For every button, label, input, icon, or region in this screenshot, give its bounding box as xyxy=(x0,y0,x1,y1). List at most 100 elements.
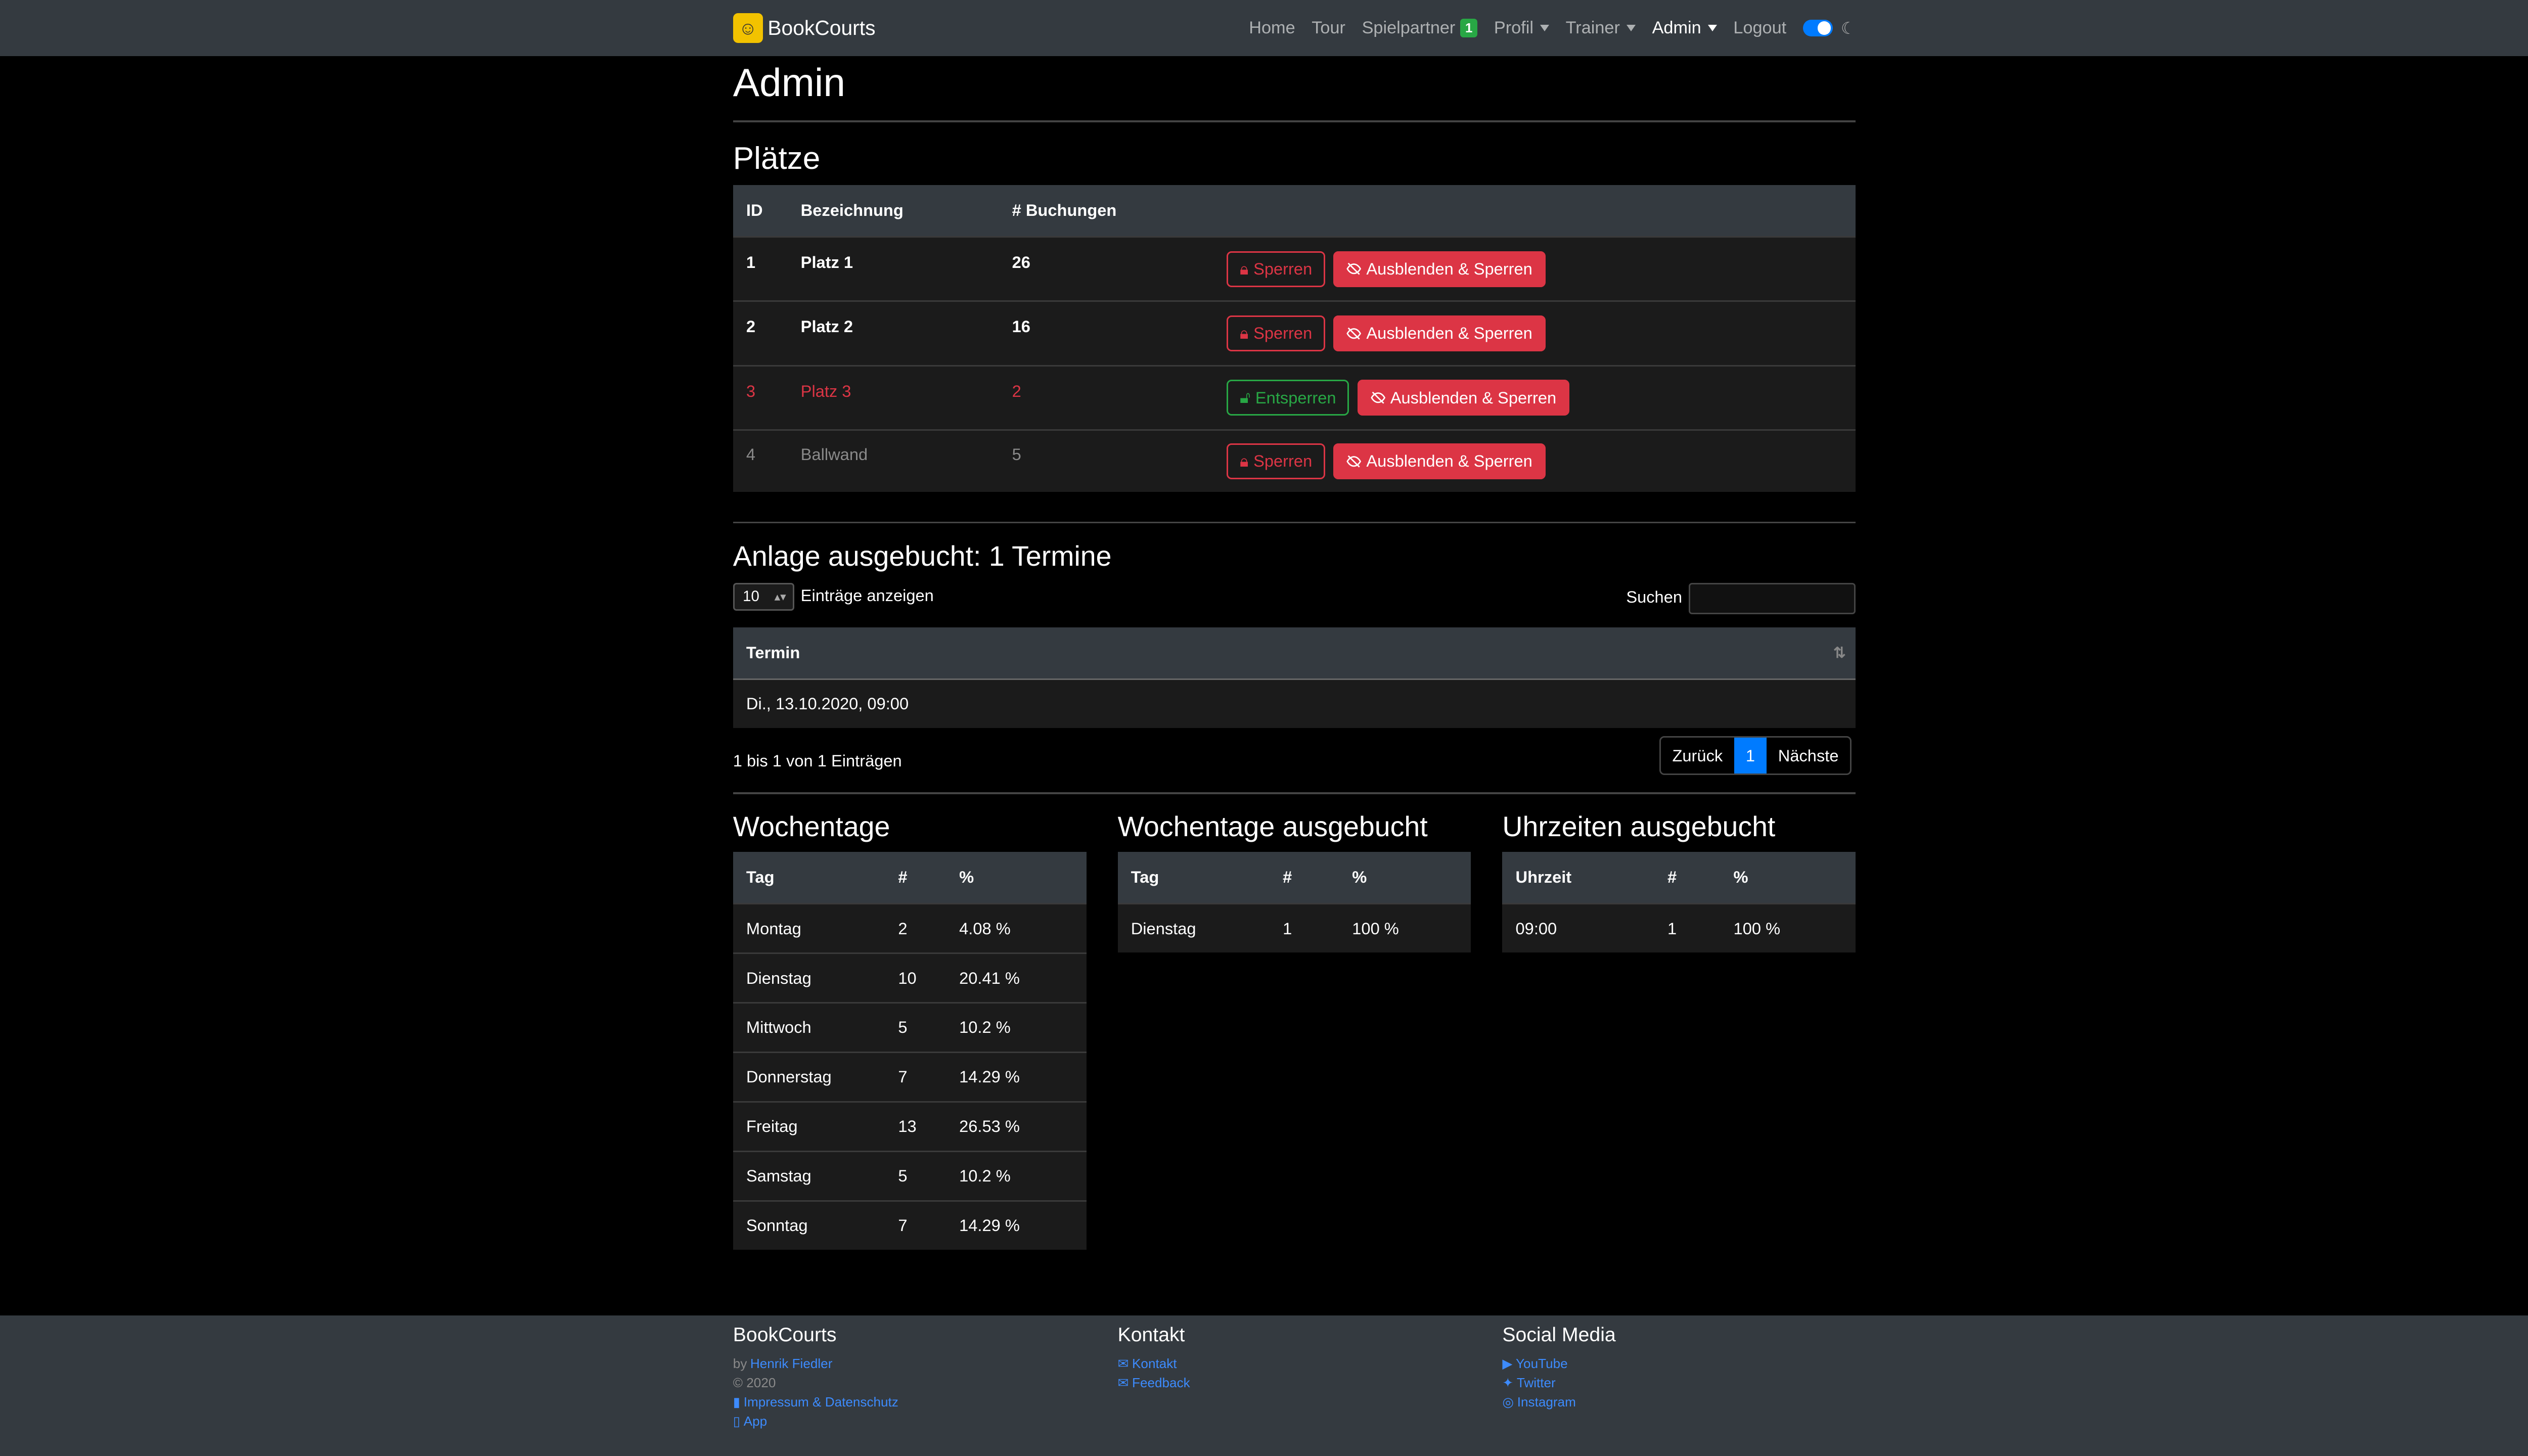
weekdays-booked-table: Tag # % Dienstag 1 100 % xyxy=(1117,851,1471,953)
hide-court-button[interactable]: Ausblenden & Sperren xyxy=(1333,251,1546,287)
nav-home[interactable]: Home xyxy=(1249,18,1295,38)
instagram-link[interactable]: ◎ Instagram xyxy=(1502,1393,1882,1412)
book-icon: ▮ xyxy=(733,1394,741,1409)
nav-menu: Home Tour Spielpartner 1 Profil Trainer A… xyxy=(1233,18,1856,38)
court-bookings: 2 xyxy=(1012,381,1021,400)
nav-spielpartner[interactable]: Spielpartner 1 xyxy=(1362,18,1478,38)
twitter-link[interactable]: ✦ Twitter xyxy=(1502,1374,1882,1393)
table-row: Dienstag 10 20.41 % xyxy=(733,952,1087,1002)
percent-cell: 100 % xyxy=(1733,919,1781,938)
percent-cell: 26.53 % xyxy=(959,1117,1020,1136)
day-cell: Dienstag xyxy=(746,968,811,987)
col-percent: % xyxy=(959,868,974,887)
divider xyxy=(733,792,1856,794)
unlock-label: Entsperren xyxy=(1255,388,1336,407)
court-actions: 🔒︎ Sperren Ausblenden & Sperren xyxy=(1227,443,1546,480)
feedback-link[interactable]: ✉ Feedback xyxy=(1118,1374,1498,1393)
app-link[interactable]: ▯ App xyxy=(733,1412,1113,1431)
author-link[interactable]: Henrik Fiedler xyxy=(750,1354,833,1374)
instagram-icon: ◎ xyxy=(1502,1394,1514,1409)
booked-out-table-header[interactable]: Termin ⇅ xyxy=(733,627,1856,679)
unlock-court-button[interactable]: 🔓︎ Entsperren xyxy=(1227,380,1349,416)
pagination-page-1[interactable]: 1 xyxy=(1734,738,1767,774)
weekdays-heading: Wochentage xyxy=(733,811,890,843)
dark-mode-toggle[interactable] xyxy=(1802,20,1833,36)
count-cell: 5 xyxy=(898,1018,908,1037)
lock-court-button[interactable]: 🔒︎ Sperren xyxy=(1227,315,1326,351)
pagination-next[interactable]: Nächste xyxy=(1767,738,1850,774)
nav-profil-label: Profil xyxy=(1494,18,1533,37)
hours-booked-heading: Uhrzeiten ausgebucht xyxy=(1502,811,1776,843)
hide-court-button[interactable]: Ausblenden & Sperren xyxy=(1357,380,1570,416)
hide-court-button[interactable]: Ausblenden & Sperren xyxy=(1333,443,1546,480)
percent-cell: 20.41 % xyxy=(959,968,1020,987)
app-label: App xyxy=(743,1413,768,1429)
lock-label: Sperren xyxy=(1253,451,1313,471)
col-termin: Termin xyxy=(746,643,800,662)
eye-slash-icon xyxy=(1346,327,1362,340)
termin-value: Di., 13.10.2020, 09:00 xyxy=(746,694,909,713)
day-cell: Donnerstag xyxy=(746,1067,832,1086)
nav-trainer-dropdown[interactable]: Trainer xyxy=(1566,18,1636,38)
hide-court-button[interactable]: Ausblenden & Sperren xyxy=(1333,315,1546,351)
nav-logout-label: Logout xyxy=(1733,18,1787,37)
table-row: Montag 2 4.08 % xyxy=(733,903,1087,952)
divider xyxy=(733,120,1856,122)
kontakt-label: Kontakt xyxy=(1132,1356,1177,1372)
lock-court-button[interactable]: 🔒︎ Sperren xyxy=(1227,251,1326,287)
youtube-icon: ▶ xyxy=(1502,1356,1513,1372)
weekdays-table-header: Tag # % xyxy=(733,851,1087,903)
table-row: Samstag 5 10.2 % xyxy=(733,1150,1087,1200)
kontakt-link[interactable]: ✉ Kontakt xyxy=(1118,1354,1498,1374)
pagination-prev[interactable]: Zurück xyxy=(1661,738,1734,774)
entries-length-label: Einträge anzeigen xyxy=(800,586,934,605)
impressum-link[interactable]: ▮ Impressum & Datenschutz xyxy=(733,1393,1113,1412)
table-row: Mittwoch 5 10.2 % xyxy=(733,1002,1087,1052)
table-info: 1 bis 1 von 1 Einträgen xyxy=(733,751,902,770)
col-uhrzeit: Uhrzeit xyxy=(1515,868,1572,887)
col-percent: % xyxy=(1733,868,1748,887)
by-label: by xyxy=(733,1356,747,1372)
copyright: © 2020 xyxy=(733,1375,776,1390)
table-row: 09:00 1 100 % xyxy=(1502,903,1856,952)
brand-link[interactable]: ☺ BookCourts xyxy=(733,13,876,43)
youtube-link[interactable]: ▶ YouTube xyxy=(1502,1354,1882,1374)
lock-icon: 🔒︎ xyxy=(1239,323,1249,342)
eye-slash-icon xyxy=(1370,391,1385,404)
pagination: Zurück 1 Nächste xyxy=(1659,736,1852,775)
percent-cell: 10.2 % xyxy=(959,1166,1011,1186)
footer-title: Social Media xyxy=(1502,1324,1616,1346)
nav-home-label: Home xyxy=(1249,18,1295,37)
brand-name: BookCourts xyxy=(768,16,876,39)
col-count: # xyxy=(1283,868,1292,887)
feedback-label: Feedback xyxy=(1132,1375,1190,1390)
weekdays-booked-table-header: Tag # % xyxy=(1117,851,1471,903)
percent-cell: 10.2 % xyxy=(959,1018,1011,1037)
entries-length-select[interactable]: 10 ▴▾ xyxy=(733,582,794,611)
court-id: 3 xyxy=(746,381,756,400)
nav-admin-dropdown[interactable]: Admin xyxy=(1652,18,1717,38)
lock-label: Sperren xyxy=(1253,324,1313,343)
nav-profil-dropdown[interactable]: Profil xyxy=(1494,18,1549,38)
moon-icon: ☾ xyxy=(1840,18,1856,37)
nav-logout[interactable]: Logout xyxy=(1733,18,1786,38)
day-cell: Mittwoch xyxy=(746,1018,811,1037)
table-row: Donnerstag 7 14.29 % xyxy=(733,1051,1087,1101)
nav-tour[interactable]: Tour xyxy=(1312,18,1345,38)
search-input[interactable] xyxy=(1689,582,1856,614)
footer-title: BookCourts xyxy=(733,1324,837,1346)
col-percent: % xyxy=(1352,868,1367,887)
table-row: Dienstag 1 100 % xyxy=(1117,903,1471,952)
footer-col-kontakt: Kontakt ✉ Kontakt ✉ Feedback xyxy=(1118,1324,1498,1393)
sort-icon: ⇅ xyxy=(1833,644,1846,661)
footer-col-social: Social Media ▶ YouTube ✦ Twitter ◎ Instagra… xyxy=(1502,1324,1882,1412)
col-bookings: # Buchungen xyxy=(1012,201,1117,220)
lock-court-button[interactable]: 🔒︎ Sperren xyxy=(1227,443,1326,480)
court-id: 1 xyxy=(746,253,756,272)
count-cell: 1 xyxy=(1283,919,1292,938)
table-row: Sonntag 7 14.29 % xyxy=(733,1200,1087,1250)
logo-icon: ☺ xyxy=(733,13,763,43)
footer-author-line: by Henrik Fiedler xyxy=(733,1354,1113,1374)
lock-label: Sperren xyxy=(1253,259,1313,279)
divider xyxy=(733,521,1856,524)
